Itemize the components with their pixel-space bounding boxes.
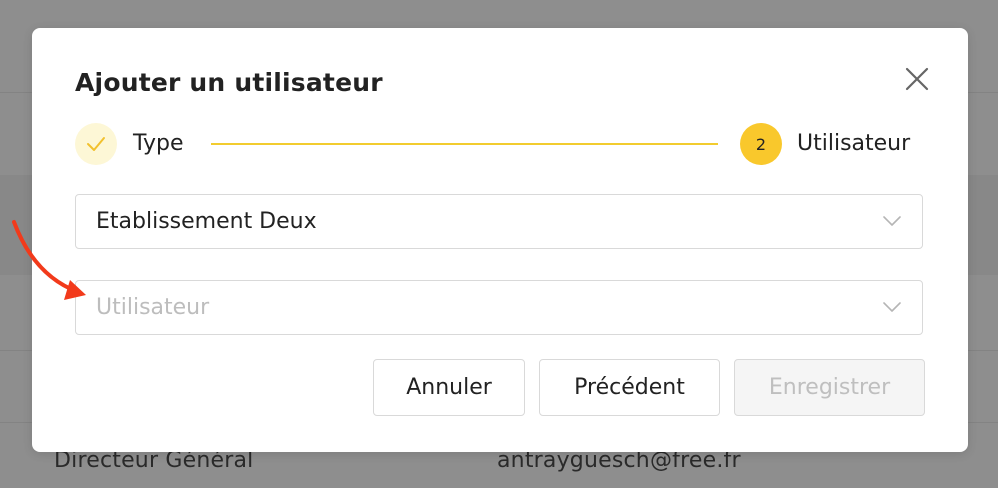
previous-button[interactable]: Précédent bbox=[539, 359, 720, 416]
establishment-select[interactable]: Etablissement Deux bbox=[75, 194, 923, 249]
step-user-label: Utilisateur bbox=[797, 131, 911, 156]
save-button[interactable]: Enregistrer bbox=[734, 359, 925, 416]
dialog-title: Ajouter un utilisateur bbox=[75, 68, 383, 97]
step-done-indicator bbox=[75, 123, 117, 165]
user-select[interactable]: Utilisateur bbox=[75, 280, 923, 335]
add-user-dialog: Ajouter un utilisateur Type 2 Utilisateu… bbox=[32, 28, 968, 452]
red-arrow-annotation-icon bbox=[12, 220, 86, 300]
chevron-down-icon bbox=[883, 302, 901, 312]
establishment-select-value: Etablissement Deux bbox=[96, 209, 317, 234]
step-type-label: Type bbox=[133, 131, 184, 156]
user-select-placeholder: Utilisateur bbox=[96, 295, 210, 320]
stepper: Type 2 Utilisateur bbox=[75, 123, 925, 167]
step-connector bbox=[211, 143, 718, 145]
check-icon bbox=[87, 137, 105, 151]
chevron-down-icon bbox=[883, 216, 901, 226]
close-icon[interactable] bbox=[902, 64, 932, 94]
step-number-badge: 2 bbox=[740, 123, 782, 165]
cancel-button[interactable]: Annuler bbox=[373, 359, 525, 416]
